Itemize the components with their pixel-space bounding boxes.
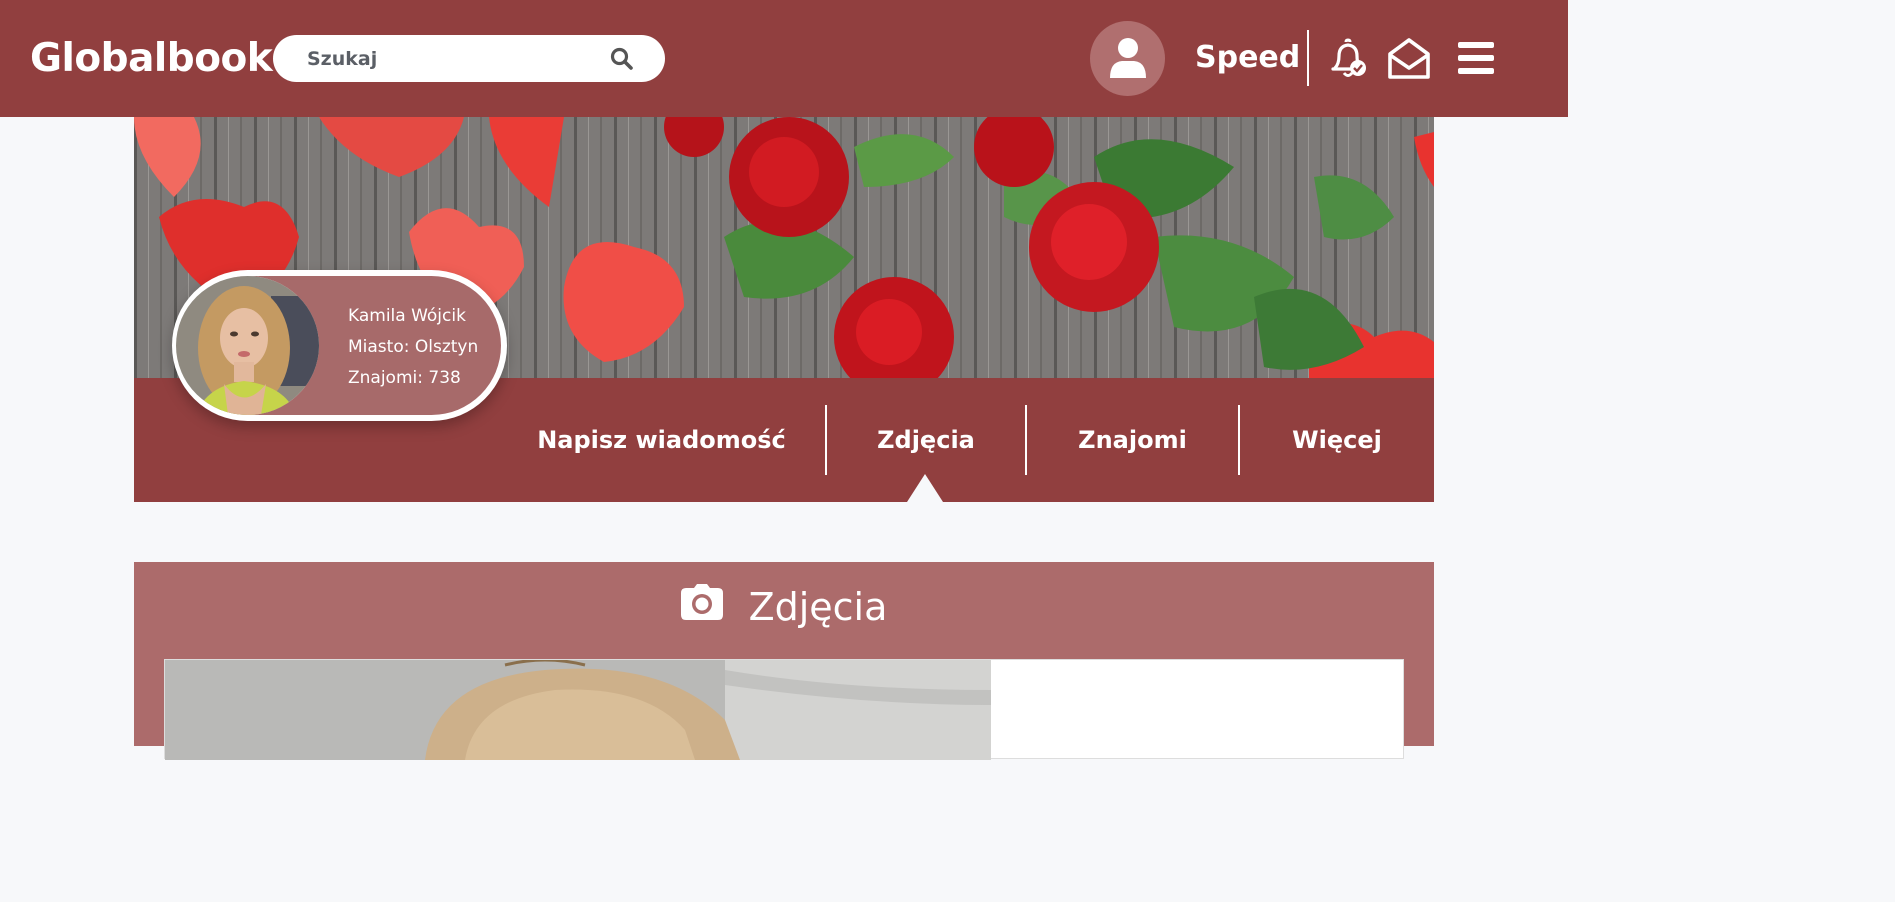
search-icon[interactable]	[609, 46, 635, 72]
user-avatar-button[interactable]	[1090, 21, 1165, 96]
profile-info: Kamila Wójcik Miasto: Olsztyn Znajomi: 7…	[348, 301, 478, 394]
active-tab-indicator	[907, 474, 943, 502]
profile-picture[interactable]	[176, 276, 319, 415]
search-box	[273, 35, 665, 82]
tab-photos[interactable]: Zdjęcia	[827, 406, 1025, 474]
tab-friends[interactable]: Znajomi	[1027, 406, 1238, 474]
photo-viewer	[164, 659, 1404, 760]
tab-more[interactable]: Więcej	[1240, 406, 1434, 474]
search-input[interactable]	[293, 35, 603, 82]
profile-city: Miasto: Olsztyn	[348, 337, 479, 357]
envelope-open-icon[interactable]	[1386, 37, 1432, 85]
profile-name: Kamila Wójcik	[348, 306, 466, 326]
hamburger-menu-icon[interactable]	[1456, 40, 1496, 80]
top-navigation-bar: Globalbook Speed	[0, 0, 1568, 117]
current-username[interactable]: Speed	[1195, 40, 1300, 75]
bell-check-icon[interactable]	[1327, 38, 1369, 84]
header-divider	[1307, 30, 1309, 86]
app-logo[interactable]: Globalbook	[30, 36, 273, 81]
profile-friends-count: Znajomi: 738	[348, 368, 461, 388]
photo-preview[interactable]	[165, 660, 991, 760]
user-icon	[1110, 38, 1146, 78]
camera-icon	[680, 584, 723, 629]
profile-card: Kamila Wójcik Miasto: Olsztyn Znajomi: 7…	[172, 270, 507, 421]
photos-section: Zdjęcia	[134, 562, 1434, 760]
photos-section-title: Zdjęcia	[748, 584, 888, 629]
tab-send-message[interactable]: Napisz wiadomość	[534, 406, 789, 474]
photos-section-header: Zdjęcia	[134, 584, 1434, 629]
